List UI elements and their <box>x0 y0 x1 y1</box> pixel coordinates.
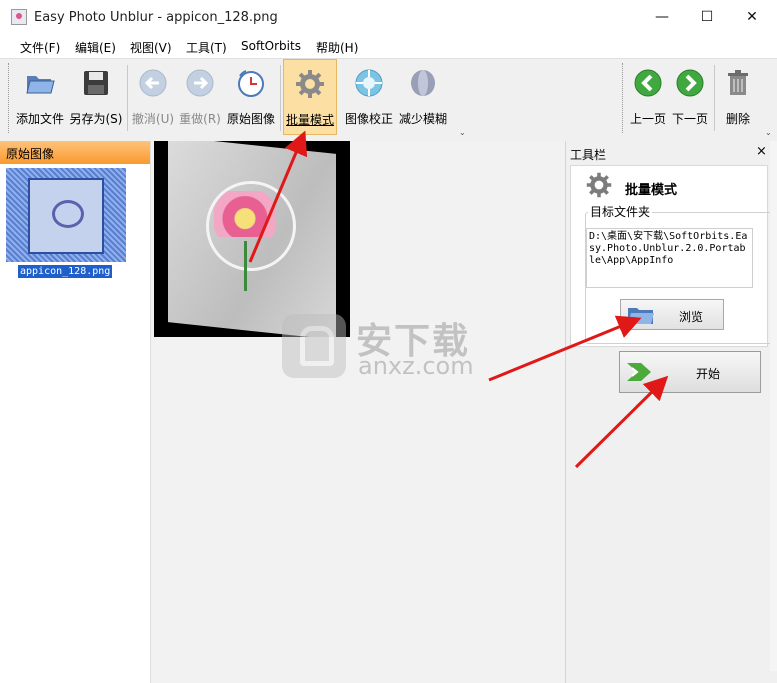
watermark: 安下载 anxz.com <box>282 310 522 380</box>
tools-panel: 工具栏 × 批量模式 目标文件夹 D:\桌面\安下载\SoftOrbits.Ea… <box>565 141 777 683</box>
right-edge-scrollbar[interactable] <box>770 141 777 671</box>
previous-page-label: 上一页 <box>629 112 666 126</box>
toolbar-overflow-icon[interactable]: ⌄ <box>459 128 466 137</box>
delete-button[interactable]: 删除 <box>716 59 760 135</box>
image-thumbnail[interactable] <box>6 168 126 262</box>
browse-label: 浏览 <box>679 310 704 324</box>
original-images-panel: 原始图像 appicon_128.png <box>0 141 151 683</box>
redo-button[interactable]: 重做(R) <box>176 59 224 135</box>
undo-button[interactable]: 撤消(U) <box>129 59 177 135</box>
start-button[interactable]: 开始 <box>619 351 761 393</box>
target-folder-label: 目标文件夹 <box>588 203 653 220</box>
next-page-button[interactable]: 下一页 <box>668 59 712 135</box>
toolbar-overflow-icon[interactable]: ⌄ <box>765 128 772 137</box>
minimize-button[interactable]: — <box>639 0 685 34</box>
thumbnail-image <box>28 178 104 254</box>
menu-view[interactable]: 视图(V) <box>130 39 172 56</box>
close-button[interactable]: ✕ <box>729 0 775 34</box>
image-correction-button[interactable]: 图像校正 <box>342 59 396 135</box>
add-file-button[interactable]: 添加文件 <box>12 59 68 135</box>
maximize-button[interactable]: ☐ <box>684 0 730 34</box>
original-image-button[interactable]: 原始图像 <box>224 59 278 135</box>
menu-file[interactable]: 文件(F) <box>20 39 60 56</box>
batch-mode-label: 批量模式 <box>285 113 334 127</box>
aperture-icon <box>355 69 383 97</box>
arrow-left-icon <box>634 69 662 97</box>
delete-label: 删除 <box>725 112 750 126</box>
clock-icon <box>238 70 264 97</box>
save-as-button[interactable]: 另存为(S) <box>68 59 124 135</box>
tools-panel-title: 工具栏 <box>570 148 607 162</box>
panel-close-icon[interactable]: × <box>756 144 767 159</box>
folder-icon <box>628 308 654 324</box>
thumbnail-filename[interactable]: appicon_128.png <box>18 265 113 278</box>
menu-softorbits[interactable]: SoftOrbits <box>241 39 301 53</box>
panel-header-label: 原始图像 <box>6 147 55 161</box>
next-page-label: 下一页 <box>671 112 708 126</box>
floppy-disk-icon <box>84 71 108 95</box>
window-title: Easy Photo Unblur - appicon_128.png <box>34 10 278 25</box>
redo-label: 重做(R) <box>179 112 221 126</box>
menu-tools[interactable]: 工具(T) <box>186 39 227 56</box>
folder-open-icon <box>26 76 55 94</box>
menu-bar: 文件(F) 编辑(E) 视图(V) 工具(T) SoftOrbits 帮助(H) <box>0 34 777 58</box>
panel-header: 原始图像 <box>0 141 150 164</box>
blur-sphere-icon <box>411 70 435 96</box>
toolbar: 添加文件 另存为(S) 撤消(U) 重做(R) 原始图像 批量模式 图像校正 减… <box>0 58 777 142</box>
preview-stem <box>244 241 247 291</box>
title-bar: Easy Photo Unblur - appicon_128.png — ☐ … <box>0 0 777 34</box>
arrow-right-icon <box>676 69 704 97</box>
batch-mode-button[interactable]: 批量模式 <box>283 59 337 135</box>
toolbar-separator <box>714 65 715 131</box>
menu-edit[interactable]: 编辑(E) <box>75 39 116 56</box>
undo-arrow-icon <box>139 69 167 97</box>
menu-help[interactable]: 帮助(H) <box>316 39 358 56</box>
app-icon <box>11 9 27 25</box>
add-file-label: 添加文件 <box>15 112 64 126</box>
preview-flower <box>214 191 276 237</box>
gear-icon <box>296 70 324 98</box>
forward-arrow-icon <box>627 363 651 381</box>
start-label: 开始 <box>696 367 721 381</box>
reduce-blur-button[interactable]: 减少模糊 <box>396 59 450 135</box>
reduce-blur-label: 减少模糊 <box>398 112 447 126</box>
toolbar-separator <box>280 65 281 131</box>
target-folder-path[interactable]: D:\桌面\安下载\SoftOrbits.Easy.Photo.Unblur.2… <box>586 228 753 288</box>
image-canvas[interactable] <box>151 141 565 683</box>
watermark-text-en: anxz.com <box>358 352 474 380</box>
gear-icon <box>586 172 612 198</box>
image-preview <box>154 141 350 337</box>
redo-arrow-icon <box>186 69 214 97</box>
toolbar-separator <box>127 65 128 131</box>
previous-page-button[interactable]: 上一页 <box>626 59 670 135</box>
trash-icon <box>728 70 748 95</box>
save-as-label: 另存为(S) <box>69 112 123 126</box>
image-correction-label: 图像校正 <box>344 112 393 126</box>
original-image-label: 原始图像 <box>226 112 275 126</box>
batch-mode-title: 批量模式 <box>625 183 678 198</box>
browse-button[interactable]: 浏览 <box>620 299 724 330</box>
undo-label: 撤消(U) <box>131 112 175 126</box>
watermark-logo-icon <box>282 314 346 378</box>
